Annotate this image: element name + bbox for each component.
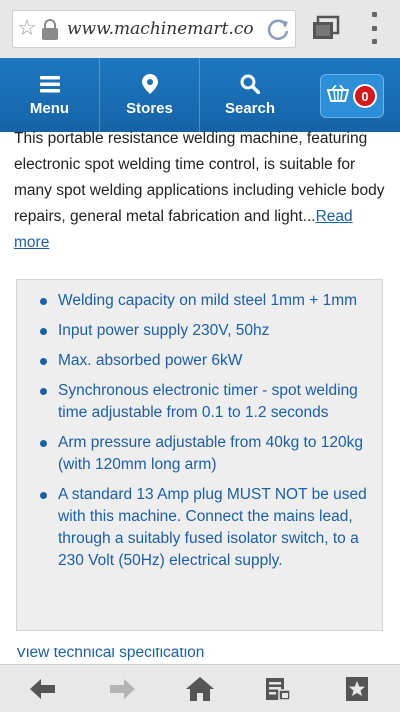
features-list: Welding capacity on mild steel 1mm + 1mm… bbox=[33, 290, 370, 572]
feature-item: Max. absorbed power 6kW bbox=[33, 350, 370, 372]
feature-item: Synchronous electronic timer - spot weld… bbox=[33, 380, 370, 424]
address-bar[interactable]: ☆ www.machinemart.co bbox=[12, 10, 296, 48]
nav-menu-button[interactable]: Menu bbox=[0, 58, 100, 132]
forward-arrow-icon[interactable] bbox=[98, 669, 146, 709]
home-icon[interactable] bbox=[176, 669, 224, 709]
product-description: This portable resistance welding machine… bbox=[14, 126, 386, 256]
hamburger-icon bbox=[39, 74, 60, 94]
reader-icon[interactable] bbox=[254, 669, 302, 709]
browser-toolbar: ☆ www.machinemart.co bbox=[0, 0, 400, 58]
feature-item: Welding capacity on mild steel 1mm + 1mm bbox=[33, 290, 370, 312]
features-panel: Welding capacity on mild steel 1mm + 1mm… bbox=[16, 279, 383, 631]
technical-specification-link[interactable]: View technical specification bbox=[16, 648, 256, 664]
lock-icon bbox=[41, 11, 59, 47]
tabs-icon[interactable] bbox=[312, 15, 340, 41]
location-pin-icon bbox=[141, 73, 158, 94]
search-icon bbox=[240, 74, 260, 94]
feature-item: Input power supply 230V, 50hz bbox=[33, 320, 370, 342]
star-icon[interactable]: ☆ bbox=[13, 11, 41, 47]
overflow-menu-icon[interactable] bbox=[362, 12, 386, 44]
nav-stores-label: Stores bbox=[126, 99, 173, 117]
basket-icon bbox=[326, 84, 350, 108]
reload-icon[interactable] bbox=[261, 11, 295, 47]
basket-count-badge: 0 bbox=[353, 84, 377, 108]
url-text[interactable]: www.machinemart.co bbox=[59, 19, 261, 39]
feature-item: Arm pressure adjustable from 40kg to 120… bbox=[33, 432, 370, 476]
nav-search-label: Search bbox=[224, 99, 276, 117]
nav-search-button[interactable]: Search bbox=[200, 58, 300, 132]
back-arrow-icon[interactable] bbox=[19, 669, 67, 709]
nav-stores-button[interactable]: Stores bbox=[100, 58, 200, 132]
basket-button[interactable]: 0 bbox=[320, 74, 384, 118]
bookmarks-icon[interactable] bbox=[333, 669, 381, 709]
nav-menu-label: Menu bbox=[29, 99, 70, 117]
feature-item: A standard 13 Amp plug MUST NOT be used … bbox=[33, 484, 370, 572]
browser-bottom-toolbar bbox=[0, 664, 400, 712]
